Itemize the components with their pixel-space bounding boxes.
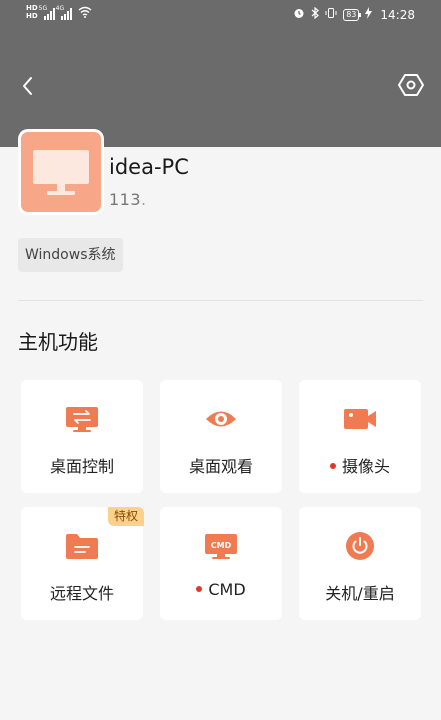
tile-remote-files[interactable]: 特权 远程文件 bbox=[21, 507, 144, 620]
tile-label: 关机/重启 bbox=[299, 580, 421, 604]
privilege-badge: 特权 bbox=[107, 507, 144, 526]
status-right: 83 14:28 bbox=[293, 6, 415, 22]
clock-time: 14:28 bbox=[380, 7, 415, 22]
tile-label-text: 关机/重启 bbox=[325, 584, 395, 603]
signal-tag-1: 5G bbox=[38, 5, 48, 12]
tile-label: 桌面观看 bbox=[160, 453, 282, 477]
tile-cmd[interactable]: CMD CMD bbox=[160, 507, 282, 620]
signal-tag-2: 4G bbox=[55, 5, 65, 12]
tile-label-text: 摄像头 bbox=[341, 457, 390, 476]
battery-icon: 83 bbox=[343, 8, 362, 21]
tile-label: 桌面控制 bbox=[21, 453, 143, 477]
section-title: 主机功能 bbox=[18, 330, 98, 354]
tile-power[interactable]: 关机/重启 bbox=[299, 507, 421, 620]
tile-label: 远程文件 bbox=[21, 580, 143, 604]
wifi-icon bbox=[78, 6, 92, 20]
tile-label-text: 远程文件 bbox=[49, 584, 114, 603]
avatar-tile bbox=[21, 132, 101, 212]
status-bar: HD HD 5G 4G 83 14:28 bbox=[0, 0, 441, 30]
tile-label: 摄像头 bbox=[299, 453, 421, 477]
settings-button[interactable] bbox=[398, 72, 424, 98]
hd-indicators: HD HD bbox=[26, 4, 38, 20]
tile-label: CMD bbox=[160, 580, 282, 599]
hd-label-2: HD bbox=[26, 12, 38, 20]
battery-level: 83 bbox=[346, 9, 357, 19]
tile-label-text: 桌面观看 bbox=[188, 457, 253, 476]
device-avatar bbox=[18, 129, 104, 215]
signal-icon-2: 4G bbox=[56, 5, 72, 20]
eye-icon bbox=[206, 411, 236, 427]
folder-icon bbox=[66, 534, 98, 559]
camera-icon bbox=[344, 409, 376, 429]
alarm-icon bbox=[293, 7, 305, 22]
os-tag: Windows系统 bbox=[18, 238, 123, 272]
remote-control-icon bbox=[66, 407, 98, 432]
new-dot bbox=[196, 585, 203, 592]
tile-desktop-view[interactable]: 桌面观看 bbox=[160, 380, 282, 493]
divider bbox=[18, 300, 423, 301]
monitor-icon bbox=[33, 150, 89, 195]
charging-icon bbox=[365, 7, 373, 22]
bluetooth-icon bbox=[311, 6, 320, 22]
tile-label-text: CMD bbox=[208, 580, 246, 599]
power-icon bbox=[346, 532, 374, 560]
device-name: idea-PC bbox=[109, 155, 189, 179]
ip-redaction bbox=[140, 190, 220, 210]
status-left: HD HD 5G 4G bbox=[26, 4, 92, 20]
tile-label-text: 桌面控制 bbox=[49, 457, 114, 476]
vibrate-icon bbox=[325, 7, 337, 22]
signal-icon: 5G bbox=[39, 5, 55, 20]
back-button[interactable] bbox=[16, 74, 40, 98]
hexagon-settings-icon bbox=[398, 74, 424, 96]
cmd-icon: CMD bbox=[205, 534, 237, 559]
chevron-left-icon bbox=[23, 77, 32, 95]
new-dot bbox=[329, 462, 336, 469]
hd-label-1: HD bbox=[26, 4, 38, 12]
svg-text:CMD: CMD bbox=[211, 541, 232, 550]
tile-camera[interactable]: 摄像头 bbox=[299, 380, 421, 493]
tile-desktop-control[interactable]: 桌面控制 bbox=[21, 380, 143, 493]
